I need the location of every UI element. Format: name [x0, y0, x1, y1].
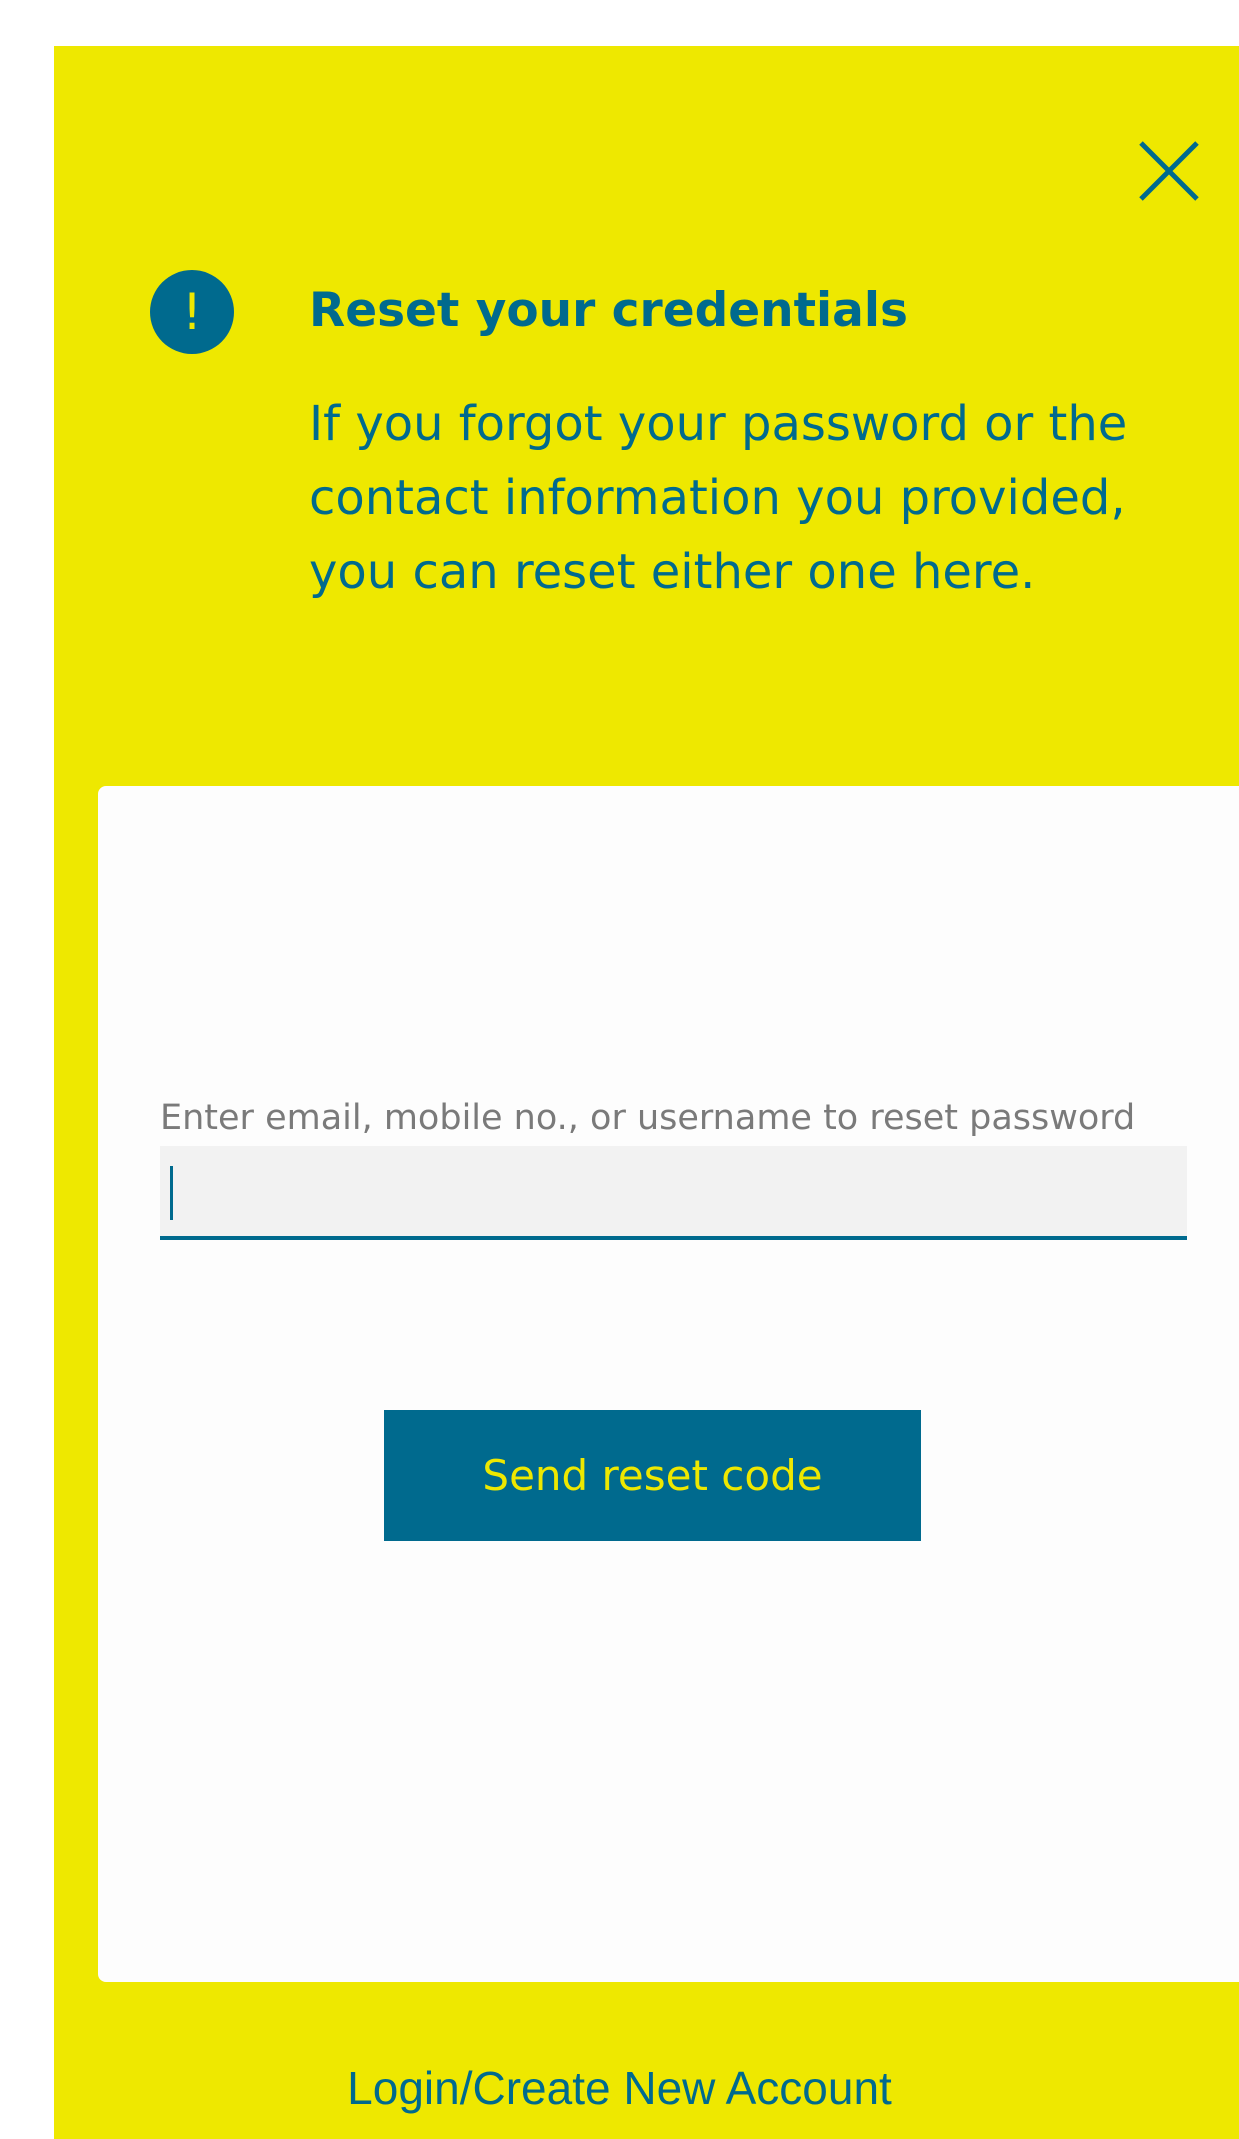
exclamation-circle-icon: ! — [150, 270, 234, 354]
login-create-account-link[interactable]: Login/Create New Account — [0, 2053, 1239, 2123]
close-button[interactable] — [1135, 137, 1203, 205]
text-cursor — [170, 1166, 173, 1220]
reset-form-card — [98, 786, 1239, 1982]
dialog-description: If you forgot your password or the conta… — [309, 396, 1128, 600]
close-icon — [1139, 141, 1199, 201]
reset-field-label: Enter email, mobile no., or username to … — [160, 1098, 1136, 1138]
reset-identifier-input[interactable] — [160, 1146, 1187, 1240]
send-reset-code-button[interactable]: Send reset code — [384, 1410, 921, 1541]
dialog-title: Reset your credentials — [309, 283, 908, 338]
